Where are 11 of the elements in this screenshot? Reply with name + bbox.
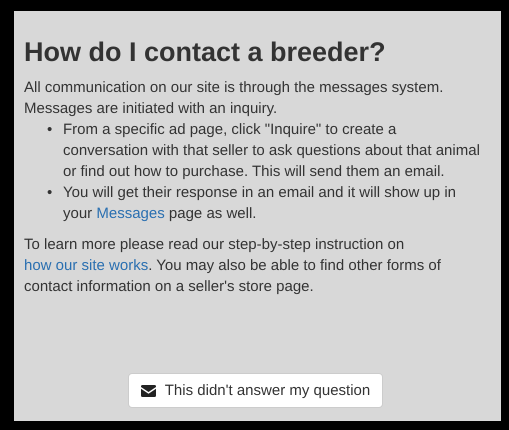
bullet-marker: •	[47, 183, 54, 203]
site-link[interactable]: how our site works	[24, 257, 148, 274]
bullet-marker: •	[47, 120, 54, 140]
bullet-text: You will get their response in an email and it will show up in your Messages page as well.	[63, 183, 457, 224]
envelope-icon	[140, 384, 156, 396]
intro-text: All communication on our site is through the messages system. Messages are initiated with an inquiry.	[24, 78, 444, 119]
messages-link[interactable]: Messages	[96, 205, 165, 222]
bullet-text: From a specific ad page, click "Inquire" to create a conversation with that seller to ask questions about that animal or find out how to purchase. This will send them an email.	[63, 120, 481, 182]
page-title: How do I contact a breeder?	[24, 36, 387, 69]
info-text: To learn more please read our step-by-step instruction on how our site works. You may also be able to find other forms of contact information on a seller's store page.	[24, 235, 442, 297]
feedback-button[interactable]: This didn't answer my question	[128, 373, 384, 408]
